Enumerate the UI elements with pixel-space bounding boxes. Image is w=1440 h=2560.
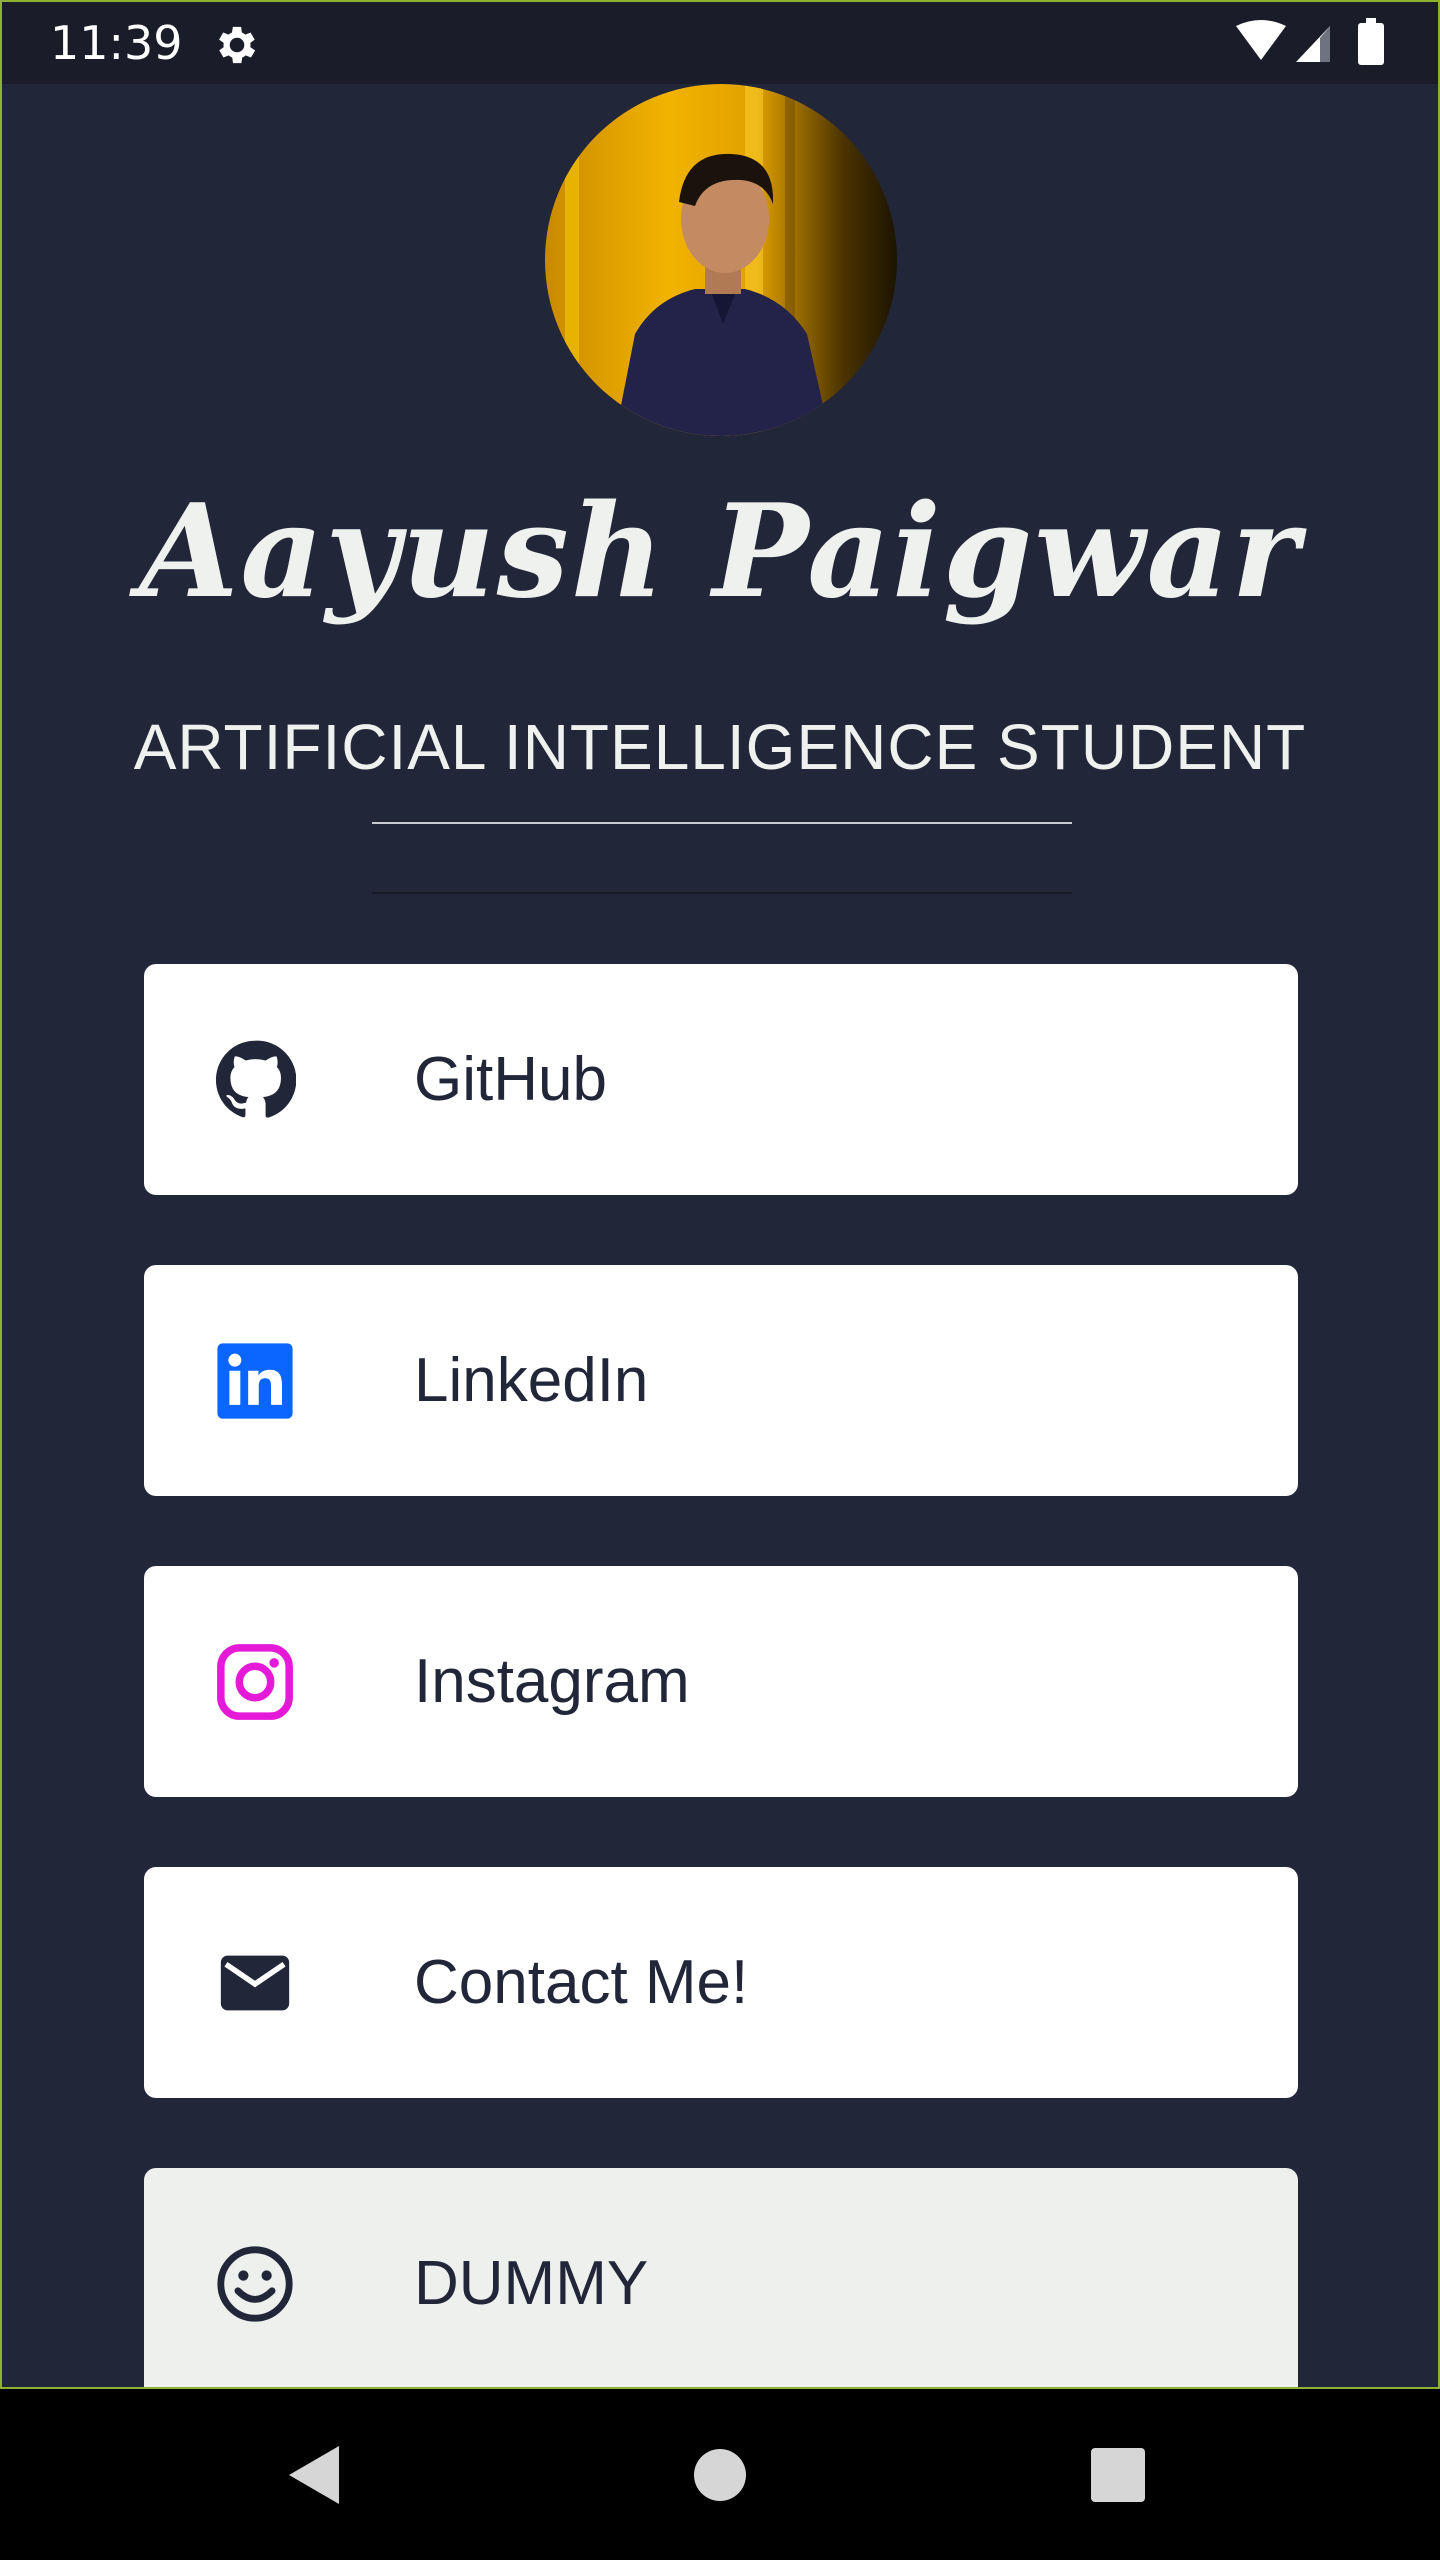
profile-name: Aayush Paigwar: [139, 477, 1301, 627]
gear-icon: [219, 26, 256, 64]
back-triangle-icon[interactable]: [275, 2430, 365, 2520]
status-bar: 11:39: [2, 2, 1438, 84]
system-nav-bar: [0, 2390, 1440, 2560]
github-link-button[interactable]: GitHub: [144, 964, 1298, 1195]
smiley-icon: [217, 2246, 293, 2322]
github-icon: [215, 1040, 296, 1118]
link-label: GitHub: [414, 1045, 607, 1114]
link-label: LinkedIn: [414, 1346, 649, 1415]
instagram-link-button[interactable]: Instagram: [144, 1566, 1298, 1797]
profile-subtitle: ARTIFICIAL INTELLIGENCE STUDENT: [133, 711, 1307, 783]
instagram-icon: [217, 1644, 293, 1720]
status-icons: [1236, 18, 1384, 65]
recents-square-icon[interactable]: [1073, 2430, 1163, 2520]
divider: [372, 892, 1072, 894]
link-label: DUMMY: [414, 2249, 649, 2318]
app-window: 11:39 Aayush Paigwar ARTIFICIAL INTELLIG…: [0, 0, 1440, 2389]
device-screen: 11:39 Aayush Paigwar ARTIFICIAL INTELLIG…: [0, 0, 1440, 2560]
status-time: 11:39: [50, 16, 183, 70]
battery-icon: [1358, 18, 1384, 65]
linkedin-icon: [217, 1343, 293, 1419]
contact-link-button[interactable]: Contact Me!: [144, 1867, 1298, 2098]
link-label: Instagram: [414, 1647, 690, 1716]
link-label: Contact Me!: [414, 1948, 749, 2017]
wifi-icon: [1236, 20, 1286, 60]
divider: [372, 822, 1072, 824]
linkedin-link-button[interactable]: LinkedIn: [144, 1265, 1298, 1496]
dummy-link-button[interactable]: DUMMY: [144, 2168, 1298, 2387]
avatar: [545, 84, 897, 436]
home-circle-icon[interactable]: [675, 2430, 765, 2520]
mail-icon: [220, 1955, 290, 2011]
